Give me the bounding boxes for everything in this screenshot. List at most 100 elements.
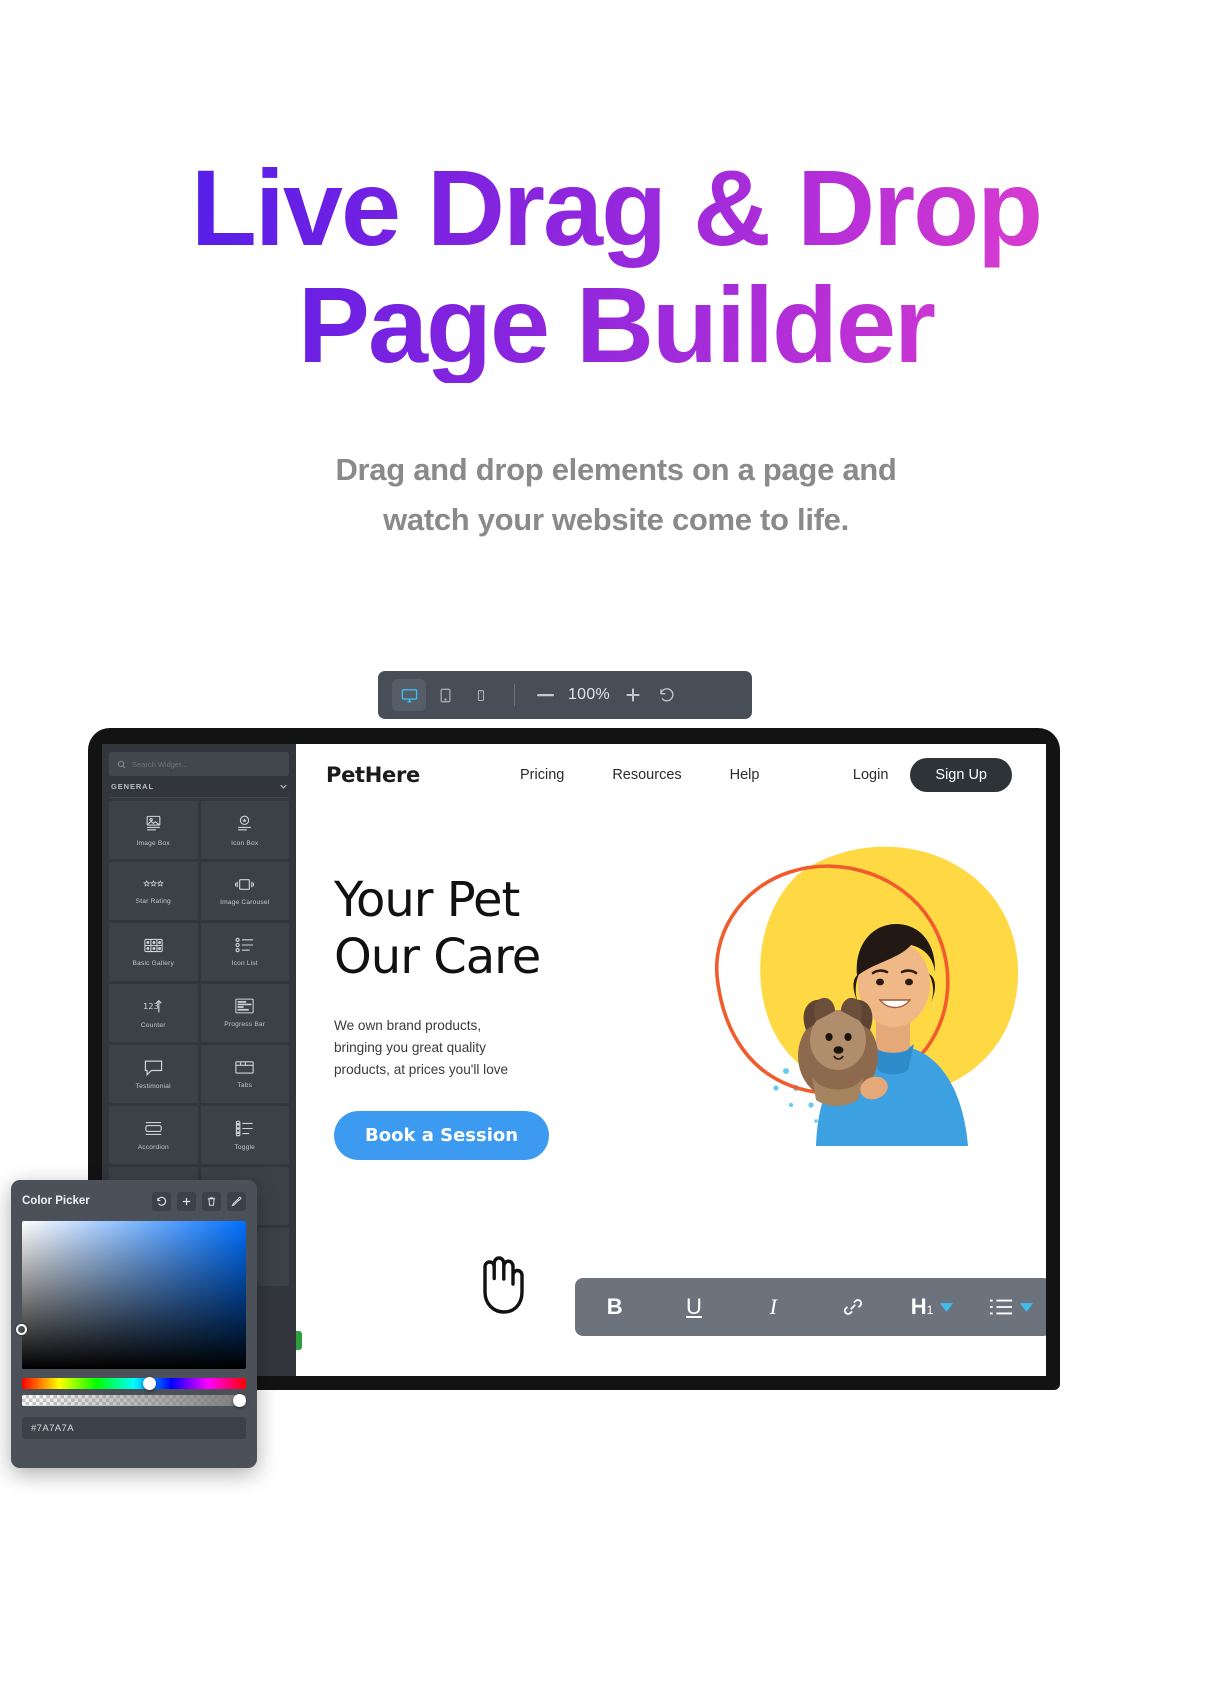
alpha-slider[interactable] [22,1394,246,1407]
star-rating-icon [142,877,164,891]
page-subtitle: Drag and drop elements on a page and wat… [0,445,1232,545]
underline-button[interactable]: U [654,1294,733,1320]
icon-list-icon [235,937,254,953]
zoom-reset-button[interactable] [652,680,682,710]
link-icon [842,1296,864,1318]
page-subtitle-line-2: watch your website come to life. [383,502,849,538]
nav-link-resources[interactable]: Resources [612,767,681,783]
tablet-icon [438,687,453,704]
site-nav-actions: Login Sign Up [853,758,1012,792]
widget-search-input[interactable]: Search Widget... [109,752,289,776]
image-carousel-icon [234,877,255,892]
widget-star-rating[interactable]: Star Rating [109,862,198,920]
widget-label: Icon Box [231,839,259,847]
page-title-line-2: Page Builder [297,263,935,385]
chevron-down-icon [940,1302,954,1312]
widget-label: Accordion [137,1143,169,1151]
hand-cursor-icon [471,1254,529,1316]
image-box-icon [144,814,163,833]
site-navbar: PetHere Pricing Resources Help Login Sig… [296,744,1046,806]
site-hero-copy: Your Pet Our Care We own brand products,… [334,848,634,1314]
color-picker-delete-button[interactable] [202,1191,221,1211]
chevron-down-icon [1020,1302,1034,1312]
heading-letter: H [910,1294,927,1319]
widget-category-label: GENERAL [111,782,154,791]
widget-label: Progress Bar [224,1021,266,1028]
widget-image-box[interactable]: Image Box [109,801,198,859]
hue-slider[interactable] [22,1377,246,1390]
page-subtitle-line-1: Drag and drop elements on a page and [335,452,897,488]
saturation-value-area[interactable] [16,1221,246,1369]
accordion-icon [144,1120,163,1137]
color-picker-add-button[interactable] [177,1191,196,1211]
site-hero-body-line-2: bringing you great quality [334,1040,486,1056]
site-nav-links: Pricing Resources Help [520,767,759,783]
publish-button-group: UPDATE ▾ [296,1331,302,1350]
color-picker-panel: Color Picker #7A7A7A [11,1180,257,1468]
saturation-knob[interactable] [16,1324,27,1335]
chevron-down-icon [280,784,287,789]
add-icon [181,1196,192,1207]
widget-testimonial[interactable]: Testimonial [109,1045,198,1103]
heading-level: 1 [926,1303,934,1317]
widget-label: Counter [140,1021,166,1029]
pet-illustration [715,846,1019,1146]
widget-category-general[interactable]: GENERAL [109,776,289,798]
widget-toggle[interactable]: Toggle [200,1106,289,1164]
widget-icon-list[interactable]: Icon List [200,923,289,981]
widget-label: Icon List [231,960,258,967]
widget-counter[interactable]: 123 Counter [109,984,198,1042]
book-session-button[interactable]: Book a Session [334,1111,550,1161]
site-brand[interactable]: PetHere [326,763,420,787]
device-desktop-button[interactable] [392,679,426,711]
site-hero-illustration [666,816,1036,1156]
bold-button[interactable]: B [575,1294,654,1320]
italic-button[interactable]: I [734,1294,813,1320]
signup-button[interactable]: Sign Up [910,758,1012,792]
alpha-overlay [22,1395,246,1406]
widget-label: Star Rating [135,898,171,905]
zoom-in-button[interactable] [618,680,648,710]
nav-link-pricing[interactable]: Pricing [520,767,564,783]
color-picker-eyedropper-button[interactable] [227,1191,246,1211]
bold-label: B [606,1294,623,1319]
zoom-value: 100% [567,686,611,703]
website-preview: PetHere Pricing Resources Help Login Sig… [296,744,1046,1376]
zoom-out-button[interactable] [530,680,560,710]
widget-progress-bar[interactable]: Progress Bar [200,984,289,1042]
site-hero-body-line-3: products, at prices you'll love [334,1062,509,1078]
heading-dropdown[interactable]: H1 [892,1294,971,1320]
link-button[interactable] [813,1296,892,1318]
list-dropdown[interactable] [972,1298,1046,1316]
login-link[interactable]: Login [853,767,888,783]
progress-bar-icon [235,998,254,1014]
rich-text-toolbar: B U I H1 [575,1278,1046,1336]
color-picker-actions [152,1191,246,1211]
widget-label: Testimonial [135,1082,171,1090]
widget-label: Image Carousel [220,898,270,906]
widget-accordion[interactable]: Accordion [109,1106,198,1164]
nav-link-help[interactable]: Help [730,767,760,783]
widget-tabs[interactable]: Tabs [200,1045,289,1103]
italic-label: I [769,1294,777,1319]
color-picker-title: Color Picker [22,1195,90,1207]
publish-options-button[interactable]: ▾ [296,1331,302,1350]
alpha-knob[interactable] [233,1394,246,1407]
eyedropper-icon [231,1196,242,1207]
list-icon [989,1298,1013,1316]
page-title-line-1: Live Drag & Drop [190,147,1042,268]
delete-icon [206,1196,217,1207]
device-mobile-button[interactable] [464,679,498,711]
hue-knob[interactable] [143,1377,156,1390]
hex-input[interactable]: #7A7A7A [22,1417,246,1439]
toolbar-divider [514,684,515,706]
device-tablet-button[interactable] [428,679,462,711]
widget-icon-box[interactable]: Icon Box [200,801,289,859]
heading-label: H1 [911,1294,934,1320]
reset-icon [659,687,675,703]
desktop-icon [401,687,418,704]
color-picker-reset-button[interactable] [152,1191,171,1211]
widget-image-carousel[interactable]: Image Carousel [200,862,289,920]
toggle-icon [235,1120,254,1137]
widget-basic-gallery[interactable]: Basic Gallery [109,923,198,981]
